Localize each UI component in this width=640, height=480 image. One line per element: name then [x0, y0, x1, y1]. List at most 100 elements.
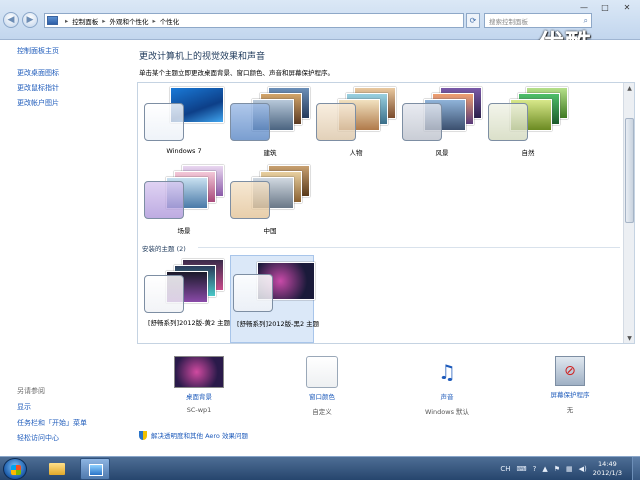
theme-glass-swatch — [316, 103, 356, 141]
theme-installed-black2[interactable]: [舒畅系列]2012版-黑2 主题 — [230, 255, 319, 343]
theme-label: 风景 — [435, 149, 449, 157]
page-title: 更改计算机上的视觉效果和声音 — [139, 52, 266, 62]
sounds-value: Windows 默认 — [424, 408, 470, 416]
sidebar-change-desktop-icons[interactable]: 更改桌面图标 — [17, 68, 59, 78]
breadcrumb-control-panel[interactable]: 控制面板 — [72, 16, 98, 26]
theme-list-scrollbar[interactable]: ▲ ▼ — [623, 83, 634, 343]
theme-glass-swatch — [488, 103, 528, 141]
forward-arrow-icon: ▶ — [26, 15, 34, 25]
screensaver-label: 屏幕保护程序 — [550, 391, 590, 399]
sidebar-change-mouse-pointers[interactable]: 更改鼠标指针 — [17, 83, 59, 93]
window-color-label: 窗口颜色 — [309, 393, 335, 401]
show-hidden-icons-icon[interactable]: ▲ — [542, 465, 547, 473]
theme-architecture[interactable]: 建筑 — [228, 85, 312, 159]
theme-label: 自然 — [521, 149, 535, 157]
theme-label: [舒畅系列]2012版-黑2 主题 — [237, 320, 320, 328]
desktop-background-setting[interactable]: 桌面背景 SC-wp1 — [159, 356, 239, 414]
see-also-taskbar-start-menu[interactable]: 任务栏和「开始」菜单 — [17, 418, 87, 428]
aero-troubleshoot-label: 解决透明度和其他 Aero 效果问题 — [151, 432, 248, 440]
section-divider — [198, 247, 620, 248]
theme-glass-swatch — [144, 181, 184, 219]
theme-list[interactable]: Windows 7 建筑 人物 风景 自然 场景 中国 安装的主题 (2) [舒… — [137, 82, 635, 344]
theme-glass-swatch — [233, 274, 273, 312]
sidebar-change-account-picture[interactable]: 更改帐户图片 — [17, 98, 59, 108]
theme-china[interactable]: 中国 — [228, 163, 312, 237]
window-color-setting[interactable]: 窗口颜色 自定义 — [282, 356, 362, 416]
see-also-display[interactable]: 显示 — [17, 402, 31, 412]
window-color-value: 自定义 — [312, 408, 332, 416]
back-button[interactable]: ◀ — [3, 12, 19, 28]
refresh-button[interactable]: ⟳ — [466, 13, 480, 28]
taskbar: CH ⌨ ? ▲ ⚑ ▦ ◀) 14:49 2012/1/3 — [0, 456, 640, 480]
see-also-heading: 另请参阅 — [17, 387, 45, 395]
theme-glass-swatch — [402, 103, 442, 141]
close-button[interactable]: ✕ — [616, 0, 638, 14]
breadcrumb-chevron-icon: ▸ — [102, 16, 106, 25]
sounds-setting[interactable]: ♫ 声音 Windows 默认 — [407, 356, 487, 416]
see-also-ease-of-access[interactable]: 轻松访问中心 — [17, 433, 59, 443]
theme-characters[interactable]: 人物 — [314, 85, 398, 159]
address-field[interactable]: ▸ 控制面板 ▸ 外观和个性化 ▸ 个性化 — [44, 13, 464, 28]
folder-icon — [49, 463, 65, 475]
control-panel-icon — [47, 16, 58, 25]
desktop-background-thumb — [174, 356, 224, 388]
network-icon[interactable]: ▦ — [566, 465, 573, 473]
taskbar-explorer-button[interactable] — [42, 458, 72, 480]
desktop-background-value: SC-wp1 — [186, 406, 212, 414]
main-content: 更改计算机上的视觉效果和声音 单击某个主题立即更改桌面背景、窗口颜色、声音和屏幕… — [125, 40, 640, 456]
breadcrumb-chevron-icon: ▸ — [65, 16, 69, 25]
help-icon[interactable]: ? — [533, 465, 537, 473]
show-desktop-button[interactable] — [632, 457, 640, 480]
breadcrumb-chevron-icon: ▸ — [152, 16, 156, 25]
flag-icon[interactable]: ⚑ — [554, 465, 560, 473]
sidebar: 控制面板主页 更改桌面图标 更改鼠标指针 更改帐户图片 另请参阅 显示 任务栏和… — [0, 40, 125, 456]
window-color-swatch — [306, 356, 338, 388]
personalization-window: ◀ ▶ ▸ 控制面板 ▸ 外观和个性化 ▸ 个性化 ⟳ 搜索控制面板 ⌕ — □… — [0, 0, 640, 456]
volume-icon[interactable]: ◀) — [579, 465, 587, 473]
minimize-button[interactable]: — — [574, 0, 594, 14]
forward-button[interactable]: ▶ — [22, 12, 38, 28]
theme-label: 中国 — [263, 227, 277, 235]
windows-logo-icon — [11, 465, 21, 475]
theme-windows7[interactable]: Windows 7 — [142, 85, 226, 159]
theme-label: Windows 7 — [166, 147, 202, 155]
system-tray: CH ⌨ ? ▲ ⚑ ▦ ◀) 14:49 2012/1/3 — [500, 457, 640, 480]
theme-glass-swatch — [144, 275, 184, 313]
theme-glass-swatch — [230, 103, 270, 141]
sounds-icon: ♫ — [438, 360, 456, 384]
clock-date: 2012/1/3 — [592, 469, 622, 477]
refresh-icon: ⟳ — [469, 16, 477, 25]
theme-scenes[interactable]: 场景 — [142, 163, 226, 237]
scroll-thumb[interactable] — [625, 118, 634, 223]
taskbar-control-panel-button[interactable] — [80, 458, 110, 480]
theme-nature[interactable]: 自然 — [486, 85, 570, 159]
theme-label: 场景 — [177, 227, 191, 235]
maximize-button[interactable]: □ — [596, 0, 614, 14]
theme-label: 建筑 — [263, 149, 277, 157]
desktop-background-label: 桌面背景 — [186, 393, 212, 401]
back-arrow-icon: ◀ — [7, 15, 15, 25]
screensaver-setting[interactable]: ⊘ 屏幕保护程序 无 — [530, 356, 610, 414]
start-button[interactable] — [3, 458, 27, 480]
scroll-down-icon[interactable]: ▼ — [624, 333, 634, 343]
clock-time: 14:49 — [598, 460, 617, 468]
keyboard-icon[interactable]: ⌨ — [517, 465, 527, 473]
screensaver-value: 无 — [566, 406, 574, 414]
breadcrumb-personalization[interactable]: 个性化 — [160, 16, 180, 26]
screensaver-icon: ⊘ — [555, 356, 585, 386]
aero-troubleshoot-link[interactable]: 解决透明度和其他 Aero 效果问题 — [139, 430, 248, 440]
page-subtitle: 单击某个主题立即更改桌面背景、窗口颜色、声音和屏幕保护程序。 — [139, 69, 334, 77]
theme-label: [舒畅系列]2012版-黄2 主题 — [148, 319, 231, 327]
clock[interactable]: 14:49 2012/1/3 — [593, 460, 622, 478]
search-placeholder: 搜索控制面板 — [489, 17, 528, 26]
theme-glass-swatch — [144, 103, 184, 141]
theme-glass-swatch — [230, 181, 270, 219]
theme-landscapes[interactable]: 风景 — [400, 85, 484, 159]
sidebar-control-panel-home[interactable]: 控制面板主页 — [17, 46, 59, 56]
language-indicator[interactable]: CH — [500, 465, 510, 473]
breadcrumb-appearance[interactable]: 外观和个性化 — [110, 16, 149, 26]
theme-installed-yellow2[interactable]: [舒畅系列]2012版-黄2 主题 — [142, 257, 230, 343]
scroll-up-icon[interactable]: ▲ — [624, 83, 634, 93]
sounds-label: 声音 — [440, 393, 454, 401]
installed-themes-heading[interactable]: 安装的主题 (2) — [142, 243, 186, 253]
